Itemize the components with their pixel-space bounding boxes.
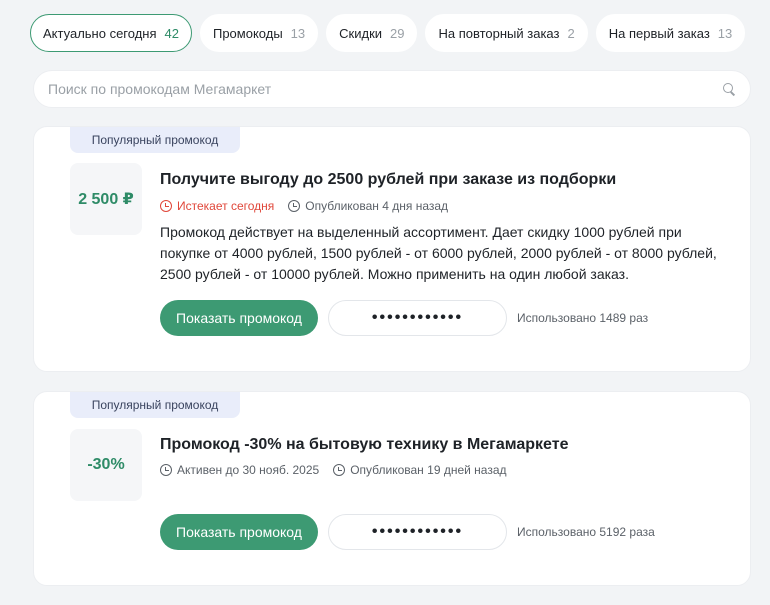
published-text: Опубликован 19 дней назад — [350, 463, 507, 477]
tab-first-order[interactable]: На первый заказ 13 — [595, 14, 746, 52]
promo-value: 2 500 ₽ — [70, 163, 142, 235]
published-info: Опубликован 19 дней назад — [333, 463, 507, 477]
promo-actions: Показать промокод •••••••••••• Использов… — [160, 514, 655, 550]
published-text: Опубликован 4 дня назад — [305, 199, 449, 213]
show-promocode-button[interactable]: Показать промокод — [160, 300, 318, 336]
expire-text: Истекает сегодня — [177, 199, 275, 213]
tab-discounts[interactable]: Скидки 29 — [326, 14, 418, 52]
usage-count: Использовано 1489 раз — [517, 311, 649, 325]
expire-info: Истекает сегодня — [160, 199, 274, 213]
search-input[interactable] — [48, 81, 722, 97]
tab-count: 13 — [290, 25, 306, 41]
alarm-clock-icon — [160, 200, 172, 212]
popular-badge: Популярный промокод — [70, 127, 240, 153]
promo-meta: Истекает сегодня Опубликован 4 дня назад — [160, 199, 448, 213]
tab-label: На первый заказ — [608, 25, 710, 41]
tab-label: Промокоды — [212, 25, 283, 41]
promo-description: Промокод действует на выделенный ассорти… — [160, 224, 717, 282]
active-until-info: Активен до 30 нояб. 2025 — [160, 463, 319, 477]
filter-tabs: Актуально сегодня 42 Промокоды 13 Скидки… — [30, 14, 746, 52]
search-icon[interactable] — [722, 82, 736, 96]
tab-label: На повторный заказ — [438, 25, 560, 41]
hidden-code[interactable]: •••••••••••• — [328, 514, 507, 550]
tab-count: 2 — [567, 25, 575, 41]
tab-today[interactable]: Актуально сегодня 42 — [30, 14, 192, 52]
promo-card: Популярный промокод -30% Промокод -30% н… — [33, 391, 751, 586]
promo-title: Промокод -30% на бытовую технику в Мегам… — [160, 436, 569, 453]
hidden-code[interactable]: •••••••••••• — [328, 300, 507, 336]
promo-title: Получите выгоду до 2500 рублей при заказ… — [160, 171, 617, 188]
tab-label: Актуально сегодня — [43, 25, 157, 41]
promo-actions: Показать промокод •••••••••••• Использов… — [160, 300, 648, 336]
popular-badge: Популярный промокод — [70, 392, 240, 418]
tab-promocodes[interactable]: Промокоды 13 — [199, 14, 319, 52]
promo-value: -30% — [70, 429, 142, 501]
search-bar — [33, 70, 751, 108]
tab-repeat-order[interactable]: На повторный заказ 2 — [425, 14, 588, 52]
published-info: Опубликован 4 дня назад — [288, 199, 448, 213]
active-until-text: Активен до 30 нояб. 2025 — [177, 463, 320, 477]
promo-meta: Активен до 30 нояб. 2025 Опубликован 19 … — [160, 463, 507, 477]
usage-count: Использовано 5192 раза — [517, 525, 655, 539]
clock-icon — [333, 464, 346, 476]
promo-card: Популярный промокод 2 500 ₽ Получите выг… — [33, 126, 751, 372]
tab-count: 13 — [717, 25, 733, 41]
tab-count: 29 — [390, 25, 405, 41]
show-promocode-button[interactable]: Показать промокод — [160, 514, 318, 550]
tab-count: 42 — [164, 25, 179, 41]
tab-label: Скидки — [339, 25, 383, 41]
clock-icon — [288, 200, 301, 212]
clock-icon — [160, 464, 172, 476]
